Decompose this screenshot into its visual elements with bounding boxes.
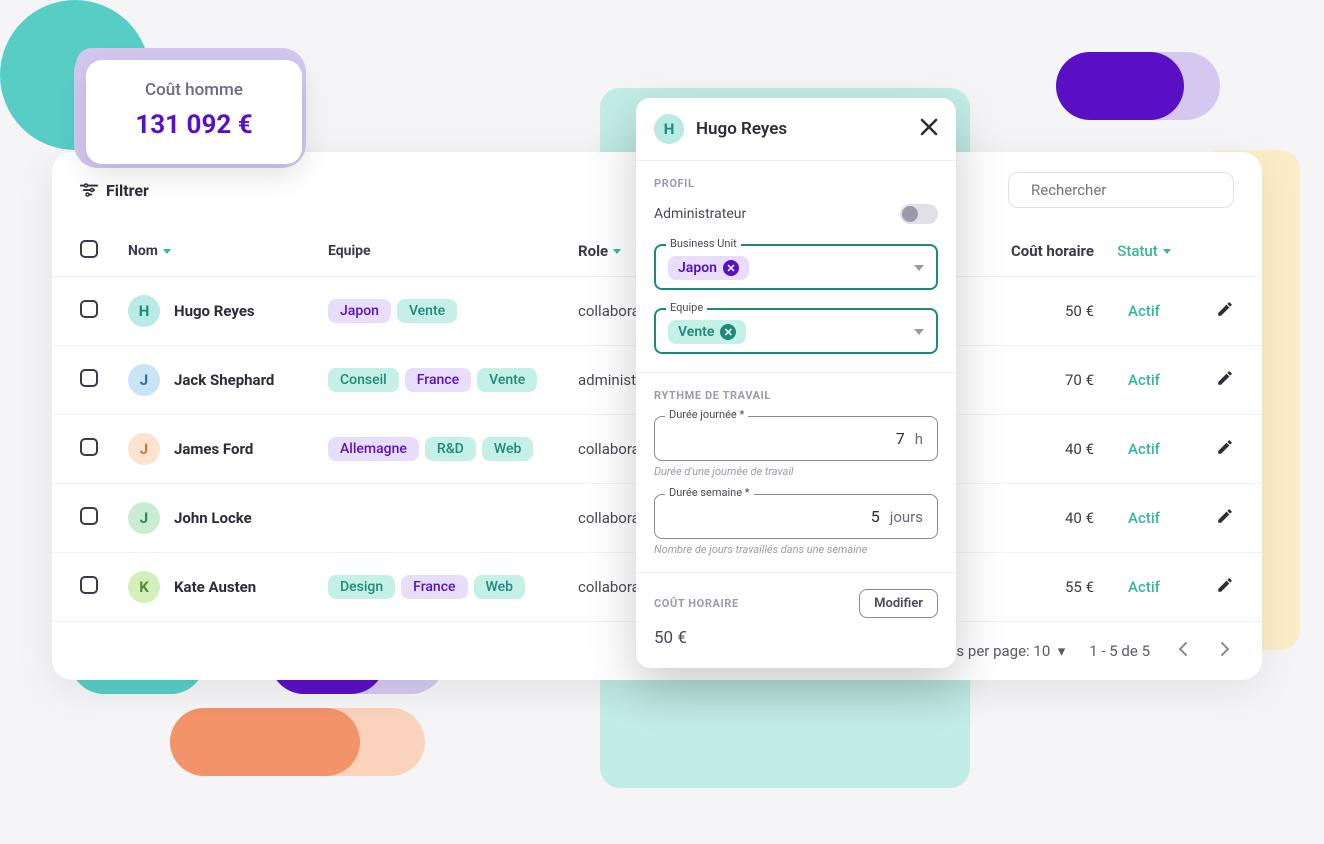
user-name: Jack Shephard [174,371,274,389]
cost-value: 131 092 € [106,110,282,140]
team-tag: Vente [397,299,457,323]
day-helper-text: Durée d'une journée de travail [654,465,938,478]
avatar: H [128,295,160,327]
row-checkbox[interactable] [80,438,98,456]
team-tag: France [401,575,467,599]
row-checkbox[interactable] [80,300,98,318]
next-page-button[interactable] [1216,638,1234,664]
user-status: Actif [1094,302,1194,320]
user-status: Actif [1094,371,1194,389]
hourly-cost-value: 50 € [654,628,938,648]
field-label: Equipe [666,301,707,314]
field-label: Durée journée * [665,408,748,421]
team-tag: Allemagne [328,437,419,461]
edit-icon[interactable] [1216,369,1234,387]
day-duration-input[interactable]: Durée journée * 7 h [654,416,938,461]
avatar: H [654,114,684,144]
section-cost-label: COÛT HORAIRE [654,597,739,610]
week-duration-input[interactable]: Durée semaine * 5 jours [654,494,938,539]
page-range: 1 - 5 de 5 [1089,642,1150,660]
filter-label: Filtrer [106,181,149,200]
close-button[interactable] [920,118,938,141]
edit-icon[interactable] [1216,576,1234,594]
chevron-down-icon [914,265,924,271]
avatar: J [128,502,160,534]
user-name: Hugo Reyes [174,302,255,320]
column-status[interactable]: Statut [1094,242,1194,260]
sort-caret-icon [163,249,171,254]
edit-icon[interactable] [1216,438,1234,456]
filter-icon [80,183,98,197]
user-cost: 70 € [974,371,1094,389]
column-name[interactable]: Nom [128,243,328,259]
cost-summary-card: Coût homme 131 092 € [86,60,302,164]
column-cost[interactable]: Coût horaire [974,242,1094,260]
week-value[interactable]: 5 [669,507,880,526]
rows-per-page-value[interactable]: 10 [1033,642,1050,660]
filter-button[interactable]: Filtrer [80,181,149,200]
user-status: Actif [1094,509,1194,527]
avatar: J [128,364,160,396]
close-icon [920,118,938,136]
select-all-checkbox[interactable] [80,240,98,258]
week-unit: jours [890,508,923,526]
user-name: John Locke [174,509,252,527]
week-helper-text: Nombre de jours travaillés dans une sema… [654,543,938,556]
user-name: James Ford [174,440,253,458]
team-tag: France [405,368,471,392]
sort-caret-icon [1163,249,1171,254]
chevron-right-icon [1220,642,1230,656]
cost-label: Coût homme [106,80,282,100]
day-value[interactable]: 7 [669,429,905,448]
team-tag: Conseil [328,368,399,392]
bu-chip[interactable]: Japon ✕ [668,256,749,280]
team-tag: Web [474,575,525,599]
remove-chip-icon[interactable]: ✕ [720,324,736,340]
team-tag: Vente [477,368,537,392]
team-tag: Japon [328,299,391,323]
prev-page-button[interactable] [1174,638,1192,664]
field-label: Durée semaine * [665,486,754,499]
modify-button[interactable]: Modifier [859,589,938,618]
row-checkbox[interactable] [80,507,98,525]
admin-toggle[interactable] [900,204,938,224]
user-cost: 40 € [974,440,1094,458]
team-tag: Design [328,575,395,599]
admin-label: Administrateur [654,206,746,222]
edit-icon[interactable] [1216,507,1234,525]
team-chip[interactable]: Vente ✕ [668,320,746,344]
user-status: Actif [1094,578,1194,596]
user-cost: 50 € [974,302,1094,320]
section-rhythm-label: RYTHME DE TRAVAIL [654,389,938,402]
user-name: Kate Austen [174,578,256,596]
chevron-down-icon [914,329,924,335]
search-input[interactable] [1031,181,1230,199]
edit-icon[interactable] [1216,300,1234,318]
team-tag: R&D [425,437,476,461]
panel-title: Hugo Reyes [696,119,787,139]
business-unit-select[interactable]: Business Unit Japon ✕ [654,244,938,290]
chevron-left-icon [1178,642,1188,656]
avatar: J [128,433,160,465]
remove-chip-icon[interactable]: ✕ [723,260,739,276]
team-select[interactable]: Equipe Vente ✕ [654,308,938,354]
team-tag: Web [482,437,533,461]
section-profile-label: PROFIL [654,177,938,190]
user-cost: 40 € [974,509,1094,527]
user-detail-panel: H Hugo Reyes PROFIL Administrateur Busin… [636,98,956,668]
search-box[interactable] [1008,172,1234,208]
column-team[interactable]: Equipe [328,243,578,259]
row-checkbox[interactable] [80,369,98,387]
day-unit: h [915,430,923,448]
user-cost: 55 € [974,578,1094,596]
sort-caret-icon [613,249,621,254]
avatar: K [128,571,160,603]
field-label: Business Unit [666,237,741,250]
user-status: Actif [1094,440,1194,458]
row-checkbox[interactable] [80,576,98,594]
